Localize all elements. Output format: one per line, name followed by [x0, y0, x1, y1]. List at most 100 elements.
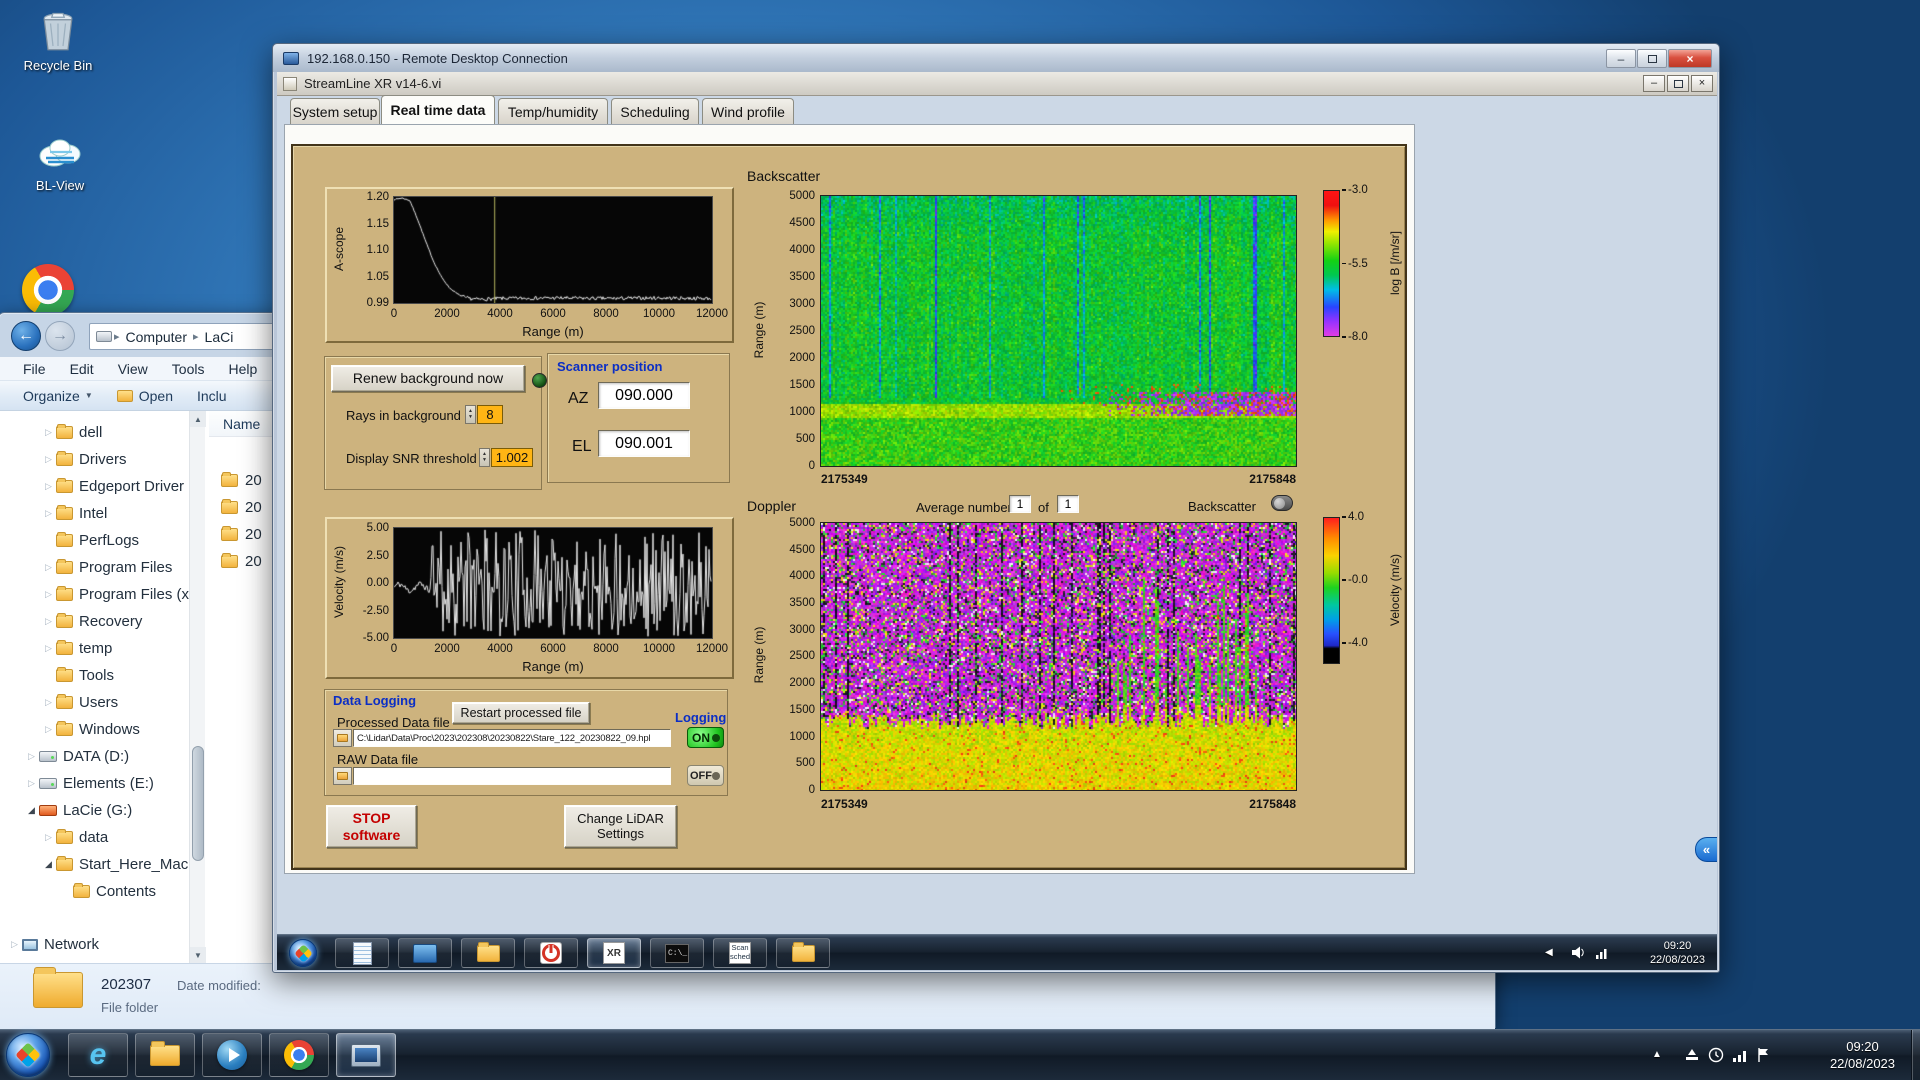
breadcrumb-lacie[interactable]: LaCi [205, 329, 234, 345]
taskbar-windows-explorer[interactable] [135, 1033, 195, 1077]
expand-arrow-icon[interactable]: ▷ [41, 508, 56, 519]
rdp-titlebar[interactable]: 192.168.0.150 - Remote Desktop Connectio… [273, 44, 1719, 72]
tree-item[interactable]: ◢ LaCie (G:) [0, 797, 205, 824]
expand-arrow-icon[interactable]: ▷ [7, 939, 22, 950]
tree-item[interactable]: ▷ Intel [0, 500, 205, 527]
show-desktop-button[interactable] [1911, 1030, 1920, 1080]
include-in-library-button[interactable]: Inclu [197, 388, 227, 404]
expand-arrow-icon[interactable]: ▷ [41, 832, 56, 843]
stop-software-button[interactable]: STOP software [326, 805, 417, 848]
network-icon[interactable] [1595, 945, 1610, 960]
remote-taskbar-system[interactable] [398, 938, 452, 968]
remote-taskbar-folder[interactable] [776, 938, 830, 968]
remote-taskbar-journal[interactable] [335, 938, 389, 968]
processed-path-browse-icon[interactable] [333, 729, 352, 747]
tree-item[interactable]: ▷ Recovery [0, 608, 205, 635]
average-count-field[interactable]: 1 [1057, 495, 1079, 513]
tree-item[interactable]: PerfLogs [0, 527, 205, 554]
expand-arrow-icon[interactable]: ▷ [24, 778, 39, 789]
open-button[interactable]: Open [116, 388, 173, 404]
expand-arrow-icon[interactable]: ▷ [41, 562, 56, 573]
clock-tray-icon[interactable] [1708, 1047, 1724, 1063]
taskbar-media-player[interactable] [202, 1033, 262, 1077]
expand-arrow-icon[interactable]: ▷ [41, 643, 56, 654]
tab-scheduling[interactable]: Scheduling [611, 98, 699, 124]
menu-item[interactable]: Edit [70, 361, 94, 377]
minimize-button[interactable]: – [1606, 49, 1636, 68]
tab-system-setup[interactable]: System setup [290, 98, 380, 124]
snr-value-field[interactable]: 1.002 [491, 448, 533, 467]
tree-item[interactable]: ▷ Program Files [0, 554, 205, 581]
safely-remove-hardware-icon[interactable] [1684, 1047, 1700, 1063]
expand-arrow-icon[interactable]: ▷ [41, 589, 56, 600]
tree-scrollbar[interactable]: ▲ ▼ [189, 411, 206, 963]
start-button[interactable] [6, 1033, 50, 1077]
tab-temp-humidity[interactable]: Temp/humidity [498, 98, 608, 124]
organize-button[interactable]: Organize ▼ [23, 388, 93, 404]
system-clock[interactable]: 09:20 22/08/2023 [1815, 1039, 1910, 1073]
expand-arrow-icon[interactable]: ▷ [41, 616, 56, 627]
tree-item[interactable]: Contents [0, 878, 205, 905]
remote-taskbar-scan-scheduler[interactable]: Scan sched [713, 938, 767, 968]
raw-path-field[interactable] [353, 767, 671, 785]
scrollbar-thumb[interactable] [192, 746, 204, 861]
raw-path-browse-icon[interactable] [333, 767, 352, 785]
maximize-button[interactable] [1637, 49, 1667, 68]
desktop-icon-recycle-bin[interactable]: Recycle Bin [10, 8, 106, 73]
labview-titlebar[interactable]: StreamLine XR v14-6.vi – × [277, 72, 1717, 96]
forward-button[interactable]: → [45, 321, 75, 351]
snr-spinner[interactable]: ▲ ▼ [479, 448, 490, 467]
volume-icon[interactable] [1571, 945, 1586, 960]
tree-item[interactable]: Tools [0, 662, 205, 689]
expand-arrow-icon[interactable]: ◢ [41, 859, 56, 870]
spin-down-icon[interactable]: ▼ [468, 414, 473, 421]
raw-logging-indicator[interactable]: OFF [687, 765, 724, 786]
tree-item[interactable]: ▷ Program Files (x [0, 581, 205, 608]
menu-item[interactable]: File [23, 361, 46, 377]
tree-item[interactable]: ▷ DATA (D:) [0, 743, 205, 770]
desktop-icon-chrome[interactable] [22, 264, 74, 316]
tree-item[interactable]: ▷ Windows [0, 716, 205, 743]
menu-item[interactable]: View [118, 361, 148, 377]
processed-logging-indicator[interactable]: ON [687, 727, 724, 748]
remote-taskbar-power[interactable] [524, 938, 578, 968]
remote-taskbar-streamline-xr[interactable]: XR [587, 938, 641, 968]
restart-processed-file-button[interactable]: Restart processed file [452, 702, 590, 724]
remote-taskbar-terminal[interactable]: C:\_ [650, 938, 704, 968]
tree-item[interactable]: ◢ Start_Here_Mac. [0, 851, 205, 878]
rays-value-field[interactable]: 8 [477, 405, 503, 424]
tab-wind-profile[interactable]: Wind profile [702, 98, 794, 124]
tree-item[interactable]: ▷ Drivers [0, 446, 205, 473]
back-button[interactable]: ← [11, 321, 41, 351]
tree-item[interactable]: ▷ Users [0, 689, 205, 716]
expand-arrow-icon[interactable]: ▷ [41, 481, 56, 492]
remote-clock[interactable]: 09:20 22/08/2023 [1650, 939, 1705, 968]
hidden-icons-chevron[interactable]: ▲ [1652, 1049, 1662, 1060]
el-value-field[interactable]: 090.001 [598, 430, 690, 457]
expand-arrow-icon[interactable]: ▷ [41, 454, 56, 465]
remote-hidden-icons-chevron[interactable]: ◀ [1545, 947, 1553, 958]
menu-item[interactable]: Tools [172, 361, 205, 377]
renew-background-button[interactable]: Renew background now [331, 365, 525, 392]
breadcrumb-computer[interactable]: Computer [126, 329, 187, 345]
processed-path-field[interactable]: C:\Lidar\Data\Proc\2023\202308\20230822\… [353, 729, 671, 747]
lv-close-button[interactable]: × [1691, 75, 1713, 92]
tree-item[interactable]: ▷ data [0, 824, 205, 851]
remote-start-button[interactable] [289, 939, 317, 967]
change-lidar-settings-button[interactable]: Change LiDAR Settings [564, 805, 677, 848]
expand-arrow-icon[interactable]: ◢ [24, 805, 39, 816]
az-value-field[interactable]: 090.000 [598, 382, 690, 409]
rays-spinner[interactable]: ▲ ▼ [465, 405, 476, 424]
action-center-flag-icon[interactable] [1756, 1047, 1772, 1063]
spin-down-icon[interactable]: ▼ [482, 457, 487, 464]
taskbar-chrome[interactable] [269, 1033, 329, 1077]
remote-taskbar-folder-utility[interactable] [461, 938, 515, 968]
close-button[interactable]: × [1668, 49, 1712, 68]
scroll-up-icon[interactable]: ▲ [190, 411, 206, 427]
tree-item[interactable]: ▷ Edgeport Driver [0, 473, 205, 500]
backscatter-toggle[interactable] [1271, 495, 1293, 511]
desktop-icon-bl-view[interactable]: BL-View [12, 134, 108, 193]
expand-arrow-icon[interactable]: ▷ [41, 697, 56, 708]
teamviewer-panel-tab[interactable]: « [1695, 837, 1717, 862]
lv-restore-button[interactable] [1667, 75, 1689, 92]
